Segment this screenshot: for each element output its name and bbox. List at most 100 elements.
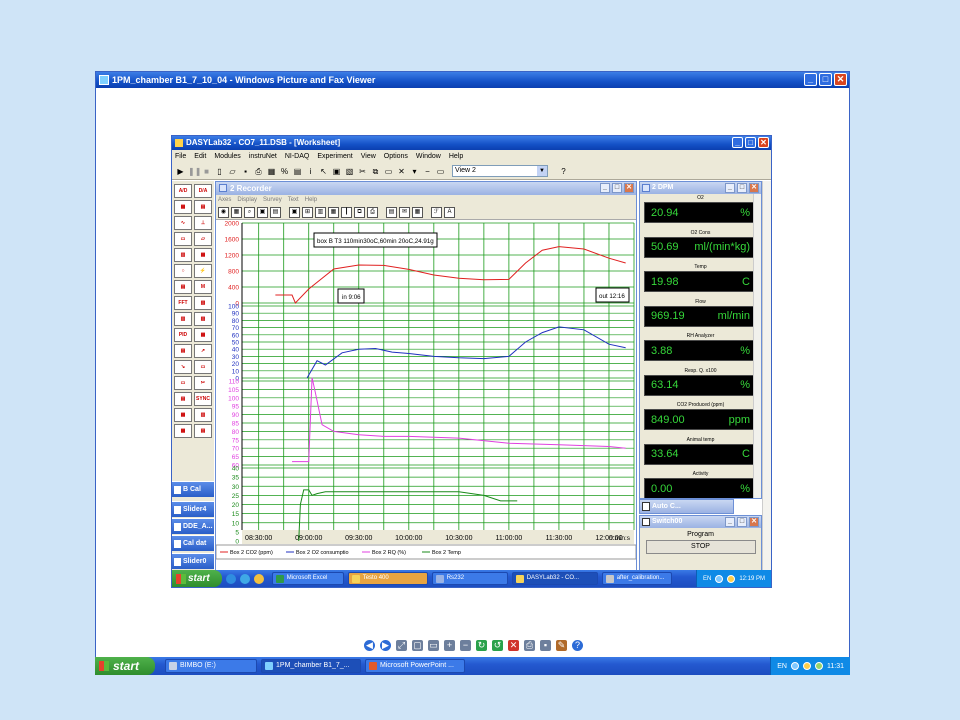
- dpm-title-bar[interactable]: 2 DPM _ □ ✕: [640, 182, 761, 194]
- maximize-button[interactable]: □: [819, 73, 832, 86]
- delete-icon[interactable]: ✕: [508, 640, 519, 651]
- new-file-icon[interactable]: ▯: [214, 166, 225, 177]
- menu-window[interactable]: Window: [416, 150, 441, 163]
- scale-icon[interactable]: ▤: [270, 207, 281, 218]
- palette-tab-b-cal[interactable]: B Cal: [172, 481, 214, 497]
- inner-lang[interactable]: EN: [703, 576, 711, 582]
- switch-close-button[interactable]: ✕: [749, 517, 759, 527]
- camera-icon[interactable]: ◉: [218, 207, 229, 218]
- zoom-in-icon[interactable]: +: [444, 640, 455, 651]
- ie-icon[interactable]: [225, 573, 236, 584]
- menu-ni-daq[interactable]: NI-DAQ: [285, 150, 310, 163]
- desktop-icon[interactable]: [253, 573, 264, 584]
- dpm-minimize-button[interactable]: _: [725, 183, 735, 193]
- stop-module-icon[interactable]: ▦: [174, 408, 192, 422]
- dasylab-restore-button[interactable]: □: [745, 137, 756, 148]
- grid-icon[interactable]: ▦: [231, 207, 242, 218]
- cut-module-icon[interactable]: ✂: [194, 376, 212, 390]
- rotate-counterclockwise-icon[interactable]: ↺: [492, 640, 503, 651]
- rec-menu-survey[interactable]: Survey: [263, 195, 282, 206]
- text-tool-icon[interactable]: ℱ: [431, 207, 442, 218]
- table-icon[interactable]: ▦: [412, 207, 423, 218]
- context-help-icon[interactable]: ?: [558, 166, 569, 177]
- histo-module-icon[interactable]: ▨: [194, 312, 212, 326]
- palette-tab-cal-dat[interactable]: Cal dat: [172, 535, 214, 551]
- tray-network-icon[interactable]: [791, 662, 799, 670]
- print-icon[interactable]: ⎙: [524, 640, 535, 651]
- task-testo[interactable]: Testo 400: [347, 572, 428, 585]
- stop-icon[interactable]: ■: [201, 166, 212, 177]
- dasylab-minimize-button[interactable]: _: [732, 137, 743, 148]
- ad-module-icon[interactable]: A/D: [174, 184, 192, 198]
- rec-menu-text[interactable]: Text: [288, 195, 299, 206]
- save-icon[interactable]: ▪: [240, 166, 251, 177]
- copy-icon[interactable]: ⧉: [354, 207, 365, 218]
- slider-module-icon[interactable]: ▭: [174, 232, 192, 246]
- close-button[interactable]: ✕: [834, 73, 847, 86]
- menu-help[interactable]: Help: [449, 150, 463, 163]
- chart-module-icon[interactable]: ▤: [174, 280, 192, 294]
- open-icon[interactable]: ▱: [227, 166, 238, 177]
- start-button[interactable]: start: [95, 657, 156, 675]
- info-icon[interactable]: i: [305, 166, 316, 177]
- task-picture-viewer[interactable]: 1PM_chamber B1_7_...: [261, 659, 362, 673]
- bulb-module-icon[interactable]: ○: [174, 264, 192, 278]
- minimize-button[interactable]: _: [804, 73, 817, 86]
- print-icon[interactable]: ⎙: [367, 207, 378, 218]
- switch-module-icon[interactable]: ⊥: [194, 216, 212, 230]
- chevron-down-icon[interactable]: ▼: [537, 166, 547, 176]
- function-icon[interactable]: %: [279, 166, 290, 177]
- columns-icon[interactable]: ▦: [328, 207, 339, 218]
- task-after-calibration[interactable]: after_calibration...: [601, 572, 672, 585]
- recorder-module-icon[interactable]: ↘: [174, 360, 192, 374]
- window-icon[interactable]: ▭: [435, 166, 446, 177]
- axes-icon[interactable]: ⊞: [302, 207, 313, 218]
- slideshow-icon[interactable]: ▭: [428, 640, 439, 651]
- worksheet-scrollbar[interactable]: [762, 181, 771, 571]
- rec-menu-axes[interactable]: Axes: [218, 195, 231, 206]
- inner-start-button[interactable]: start: [172, 570, 222, 587]
- rec-menu-help[interactable]: Help: [305, 195, 317, 206]
- print-icon[interactable]: ⎙: [253, 166, 264, 177]
- trigger-module-icon[interactable]: ⚡: [194, 264, 212, 278]
- palette-tab-dde[interactable]: DDE_A...: [172, 518, 214, 534]
- dasylab-close-button[interactable]: ✕: [758, 137, 769, 148]
- select-module-icon[interactable]: ▤: [174, 344, 192, 358]
- counter-module-icon[interactable]: ▱: [194, 232, 212, 246]
- tray-volume-icon[interactable]: [727, 574, 736, 583]
- menu-options[interactable]: Options: [384, 150, 408, 163]
- math-module-icon[interactable]: M: [194, 280, 212, 294]
- measure-icon[interactable]: ▤: [292, 166, 303, 177]
- language-indicator[interactable]: EN: [777, 663, 787, 670]
- minus-icon[interactable]: −: [422, 166, 433, 177]
- dasylab-title-bar[interactable]: DASYLab32 - CO7_11.DSB - [Worksheet] _ □…: [172, 136, 771, 150]
- outlook-icon[interactable]: [239, 573, 250, 584]
- recorder-close-button[interactable]: ✕: [624, 183, 634, 193]
- help-icon[interactable]: ?: [572, 640, 583, 651]
- xy-module-icon[interactable]: ▭: [174, 376, 192, 390]
- meter-module-icon[interactable]: ↗: [194, 344, 212, 358]
- recorder-minimize-button[interactable]: _: [600, 183, 610, 193]
- font-icon[interactable]: A: [444, 207, 455, 218]
- edit-icon[interactable]: ✎: [556, 640, 567, 651]
- recorder-title-bar[interactable]: 2 Recorder _ □ ✕: [216, 182, 636, 195]
- paste-icon[interactable]: ▭: [383, 166, 394, 177]
- down-icon[interactable]: ▾: [409, 166, 420, 177]
- copy-icon[interactable]: ⧉: [370, 166, 381, 177]
- freeze-icon[interactable]: ▣: [257, 207, 268, 218]
- viewer-title-bar[interactable]: 1PM_chamber B1_7_10_04 - Windows Picture…: [96, 72, 849, 88]
- task-powerpoint[interactable]: Microsoft PowerPoint ...: [365, 659, 466, 673]
- delete-icon[interactable]: ✕: [396, 166, 407, 177]
- generator-module-icon[interactable]: ∿: [174, 216, 192, 230]
- pid-module-icon[interactable]: PID: [174, 328, 192, 342]
- actual-size-icon[interactable]: ▢: [412, 640, 423, 651]
- task-bimbo-drive[interactable]: BIMBO (E:): [165, 659, 258, 673]
- rotate-clockwise-icon[interactable]: ↻: [476, 640, 487, 651]
- envelope-icon[interactable]: ✉: [399, 207, 410, 218]
- menu-modules[interactable]: Modules: [214, 150, 240, 163]
- menu-instrunet[interactable]: instruNet: [249, 150, 277, 163]
- plot-module-icon[interactable]: ▦: [194, 328, 212, 342]
- cursor-icon[interactable]: ┃: [341, 207, 352, 218]
- connect-icon[interactable]: ▣: [331, 166, 342, 177]
- fit-icon[interactable]: ▣: [289, 207, 300, 218]
